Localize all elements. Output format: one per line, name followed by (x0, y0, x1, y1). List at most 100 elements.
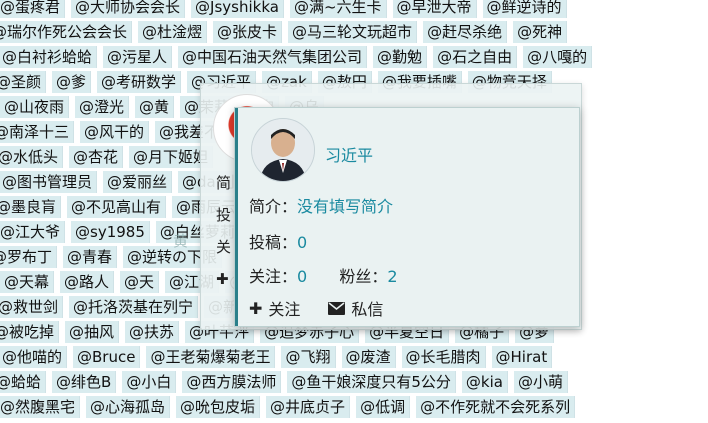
tag-row: @蛋疼君 @大师协会会长 @Jsyshikka @满~六生卡 @早泄大帝 @鲜逆诗的 (0, 0, 567, 18)
user-tag[interactable]: @污星人 (101, 46, 173, 68)
user-tag[interactable]: @吮包皮垢 (174, 396, 261, 418)
intro-row: 简介：没有填写简介 (249, 193, 393, 217)
user-tag[interactable]: @杏花 (67, 146, 124, 168)
user-tag[interactable]: @西方膜法师 (180, 371, 282, 393)
user-tag[interactable]: @蛋疼君 (0, 0, 66, 18)
following-count[interactable]: 0 (297, 267, 307, 286)
user-tag[interactable]: @小白 (120, 371, 177, 393)
user-tag[interactable]: @江大爷 (0, 221, 66, 243)
user-tag[interactable]: @kia (459, 371, 508, 393)
user-tag[interactable]: @Jsyshikka (189, 0, 284, 18)
intro-label: 简介： (249, 197, 298, 216)
tag-row: @他喵的 @Bruce @王老菊爆菊老王 @飞翔 @废渣 @长毛腊肉 @Hirat (0, 346, 553, 368)
posts-row: 投稿：0 (249, 229, 307, 253)
user-tag[interactable]: @满~六生卡 (287, 0, 387, 18)
posts-label: 投稿： (249, 233, 298, 252)
user-tag[interactable]: @白衬衫蛤蛤 (0, 46, 98, 68)
intro-value: 没有填写简介 (297, 197, 394, 216)
user-tag[interactable]: @路人 (58, 271, 115, 293)
message-label: 私信 (351, 300, 384, 319)
user-tag[interactable]: @飞翔 (279, 346, 336, 368)
user-tag[interactable]: @然腹黑宅 (0, 396, 81, 418)
followers-label: 粉丝： (339, 267, 388, 286)
user-tag[interactable]: @马三轮文玩超市 (286, 21, 418, 43)
posts-count[interactable]: 0 (297, 233, 307, 252)
user-tag[interactable]: @勤勉 (371, 46, 428, 68)
user-tag[interactable]: @八嘎的 (521, 46, 593, 68)
user-tag[interactable]: @考研数学 (95, 71, 182, 93)
tag-row: @瑞尔作死公会会长 @杜淦熤 @张皮卡 @马三轮文玩超市 @赶尽杀绝 @死神 (0, 21, 568, 43)
user-tag[interactable]: @水低头 (0, 146, 64, 168)
user-tag[interactable]: @绯色B (50, 371, 117, 393)
user-tag[interactable]: @死神 (511, 21, 568, 43)
user-tag[interactable]: @罗布丁 (0, 246, 58, 268)
user-tag[interactable]: @Hirat (489, 346, 553, 368)
tag-row: @水低头 @杏花 @月下姬妲 (0, 146, 214, 168)
user-tag[interactable]: @扶苏 (123, 321, 180, 343)
user-tag[interactable]: @墨良肓 (0, 196, 62, 218)
user-tag[interactable]: @澄光 (73, 96, 130, 118)
tag-row: @罗布丁@青春@逆转の下限 (0, 246, 223, 268)
user-tag[interactable]: @救世剑 (0, 296, 64, 318)
plus-icon: ✚ (249, 298, 263, 318)
card-accent-bar (235, 108, 238, 326)
user-tag[interactable]: @蛤蛤 (0, 371, 47, 393)
stats-row: 关注：0 粉丝：2 (249, 263, 398, 287)
user-tag[interactable]: @心海孤岛 (84, 396, 171, 418)
user-tag[interactable]: @杜淦熤 (136, 21, 208, 43)
user-tag[interactable]: @Bruce (71, 346, 141, 368)
avatar[interactable] (251, 118, 315, 182)
user-tag[interactable]: @爱丽丝 (101, 171, 173, 193)
tag-row: @蛤蛤 @绯色B @小白 @西方膜法师 @鱼干娘深度只有5公分 @kia @小萌 (0, 371, 568, 393)
user-tag[interactable]: @赶尽杀绝 (421, 21, 508, 43)
bg-plus-icon: ✚ (216, 270, 229, 288)
user-tag[interactable]: @sy1985 (69, 221, 150, 243)
bg-intro-label: 简 (216, 174, 232, 192)
user-profile-card: 习近平 简介：没有填写简介 投稿：0 关注：0 粉丝：2 ✚ 关注 私信 (234, 107, 580, 327)
user-tag[interactable]: @爹 (50, 71, 92, 93)
bg-posts-label: 投 (216, 206, 232, 224)
user-tag[interactable]: @瑞尔作死公会会长 (0, 21, 133, 43)
user-tag[interactable]: @废渣 (339, 346, 396, 368)
user-tag[interactable]: @山夜雨 (0, 96, 70, 118)
follow-label: 关注 (268, 300, 301, 319)
follow-button[interactable]: ✚ 关注 (249, 296, 300, 320)
user-tag[interactable]: @天幕 (0, 271, 55, 293)
user-tag[interactable]: @天 (118, 271, 160, 293)
portrait-icon (252, 119, 314, 181)
user-tag[interactable]: @鱼干娘深度只有5公分 (285, 371, 456, 393)
user-tag[interactable]: @被吃掉 (0, 321, 60, 343)
user-tag[interactable]: @托洛茨基在列宁 (67, 296, 199, 318)
username-link[interactable]: 习近平 (325, 142, 373, 166)
user-tag[interactable]: @王老菊爆菊老王 (144, 346, 276, 368)
following-label: 关注： (249, 267, 298, 286)
tag-row: @白衬衫蛤蛤 @污星人 @中国石油天然气集团公司 @勤勉 @石之自由 @八嘎的 (0, 46, 593, 68)
user-tag[interactable]: @不作死就不会死系列 (414, 396, 576, 418)
user-tag[interactable]: @南泽十三 (0, 121, 75, 143)
message-button[interactable]: 私信 (328, 296, 383, 320)
user-tag[interactable]: @黄 (133, 96, 175, 118)
user-tag[interactable]: @张皮卡 (211, 21, 283, 43)
user-tag[interactable]: @鲜逆诗的 (480, 0, 567, 18)
user-tag[interactable]: @图书管理员 (0, 171, 98, 193)
user-tag[interactable]: @他喵的 (0, 346, 68, 368)
user-tag[interactable]: @长毛腊肉 (399, 346, 486, 368)
user-tag[interactable]: @中国石油天然气集团公司 (176, 46, 368, 68)
user-tag[interactable]: @圣颜 (0, 71, 47, 93)
user-tag[interactable]: @低调 (354, 396, 411, 418)
user-tag[interactable]: @早泄大帝 (390, 0, 477, 18)
envelope-icon (328, 301, 346, 315)
tag-row: @然腹黑宅 @心海孤岛 @吮包皮垢 @井底贞子 @低调 @不作死就不会死系列 (0, 396, 576, 418)
user-tag[interactable]: @青春 (61, 246, 118, 268)
user-tag[interactable]: @井底贞子 (264, 396, 351, 418)
user-tag[interactable]: @大师协会会长 (69, 0, 186, 18)
followers-count[interactable]: 2 (387, 267, 397, 286)
user-tag[interactable]: @不见高山有 (65, 196, 167, 218)
user-tag[interactable]: @石之自由 (431, 46, 518, 68)
bg-follow-label: 关 (216, 238, 232, 256)
user-tag[interactable]: @小萌 (511, 371, 568, 393)
user-tag[interactable]: @抽风 (63, 321, 120, 343)
card-actions: ✚ 关注 私信 (249, 296, 383, 320)
user-tag[interactable]: @风干的 (78, 121, 150, 143)
bg-faded-label: 黄 (173, 232, 189, 250)
